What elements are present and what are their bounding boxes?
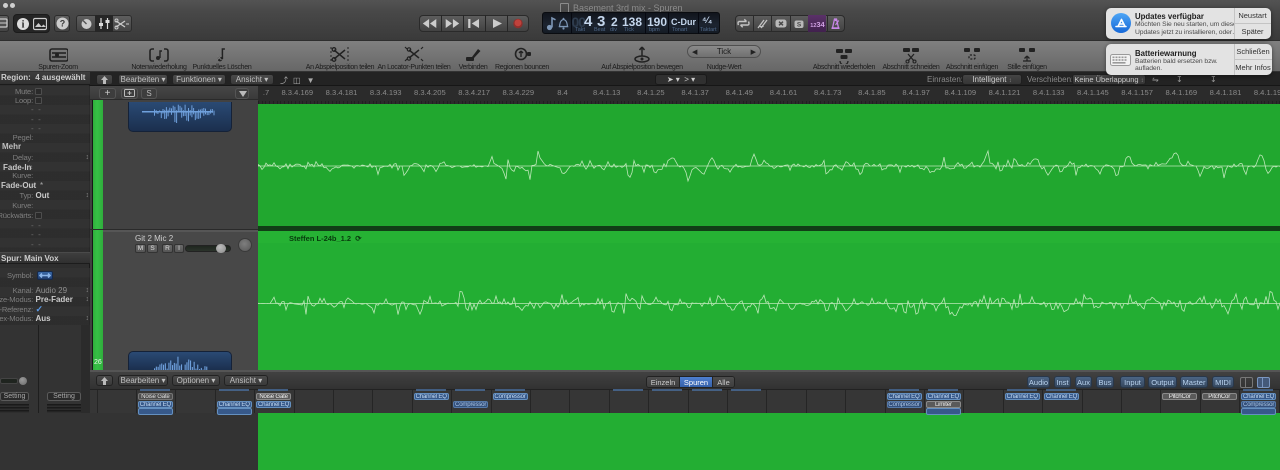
svg-text:?: ? (60, 19, 66, 29)
svg-text:i: i (22, 20, 25, 31)
svg-text:S: S (797, 21, 802, 28)
